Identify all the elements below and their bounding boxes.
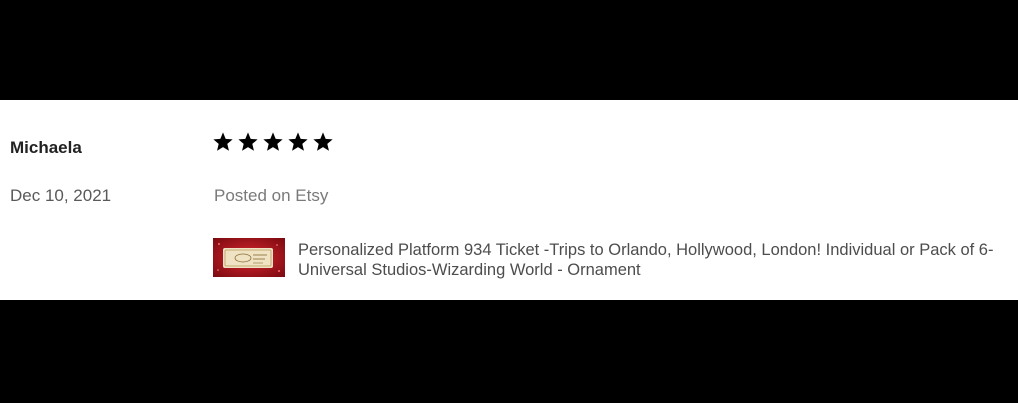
posted-on-label: Posted on Etsy	[214, 186, 329, 205]
review-date: Dec 10, 2021	[10, 186, 112, 205]
listing-thumbnail[interactable]	[213, 238, 285, 277]
ticket-thumbnail-icon	[213, 238, 285, 277]
top-black-band	[0, 0, 1018, 100]
review-card: Michaela Dec 10, 2021 Posted on Etsy Per…	[0, 100, 1018, 300]
star-rating	[212, 131, 334, 153]
bottom-black-band	[0, 300, 1018, 403]
star-icon	[312, 131, 334, 153]
star-icon	[262, 131, 284, 153]
star-icon	[212, 131, 234, 153]
star-icon	[237, 131, 259, 153]
listing-title[interactable]: Personalized Platform 934 Ticket -Trips …	[298, 240, 998, 280]
reviewer-name: Michaela	[10, 138, 82, 157]
star-icon	[287, 131, 309, 153]
listing-link[interactable]: Personalized Platform 934 Ticket -Trips …	[213, 238, 998, 280]
